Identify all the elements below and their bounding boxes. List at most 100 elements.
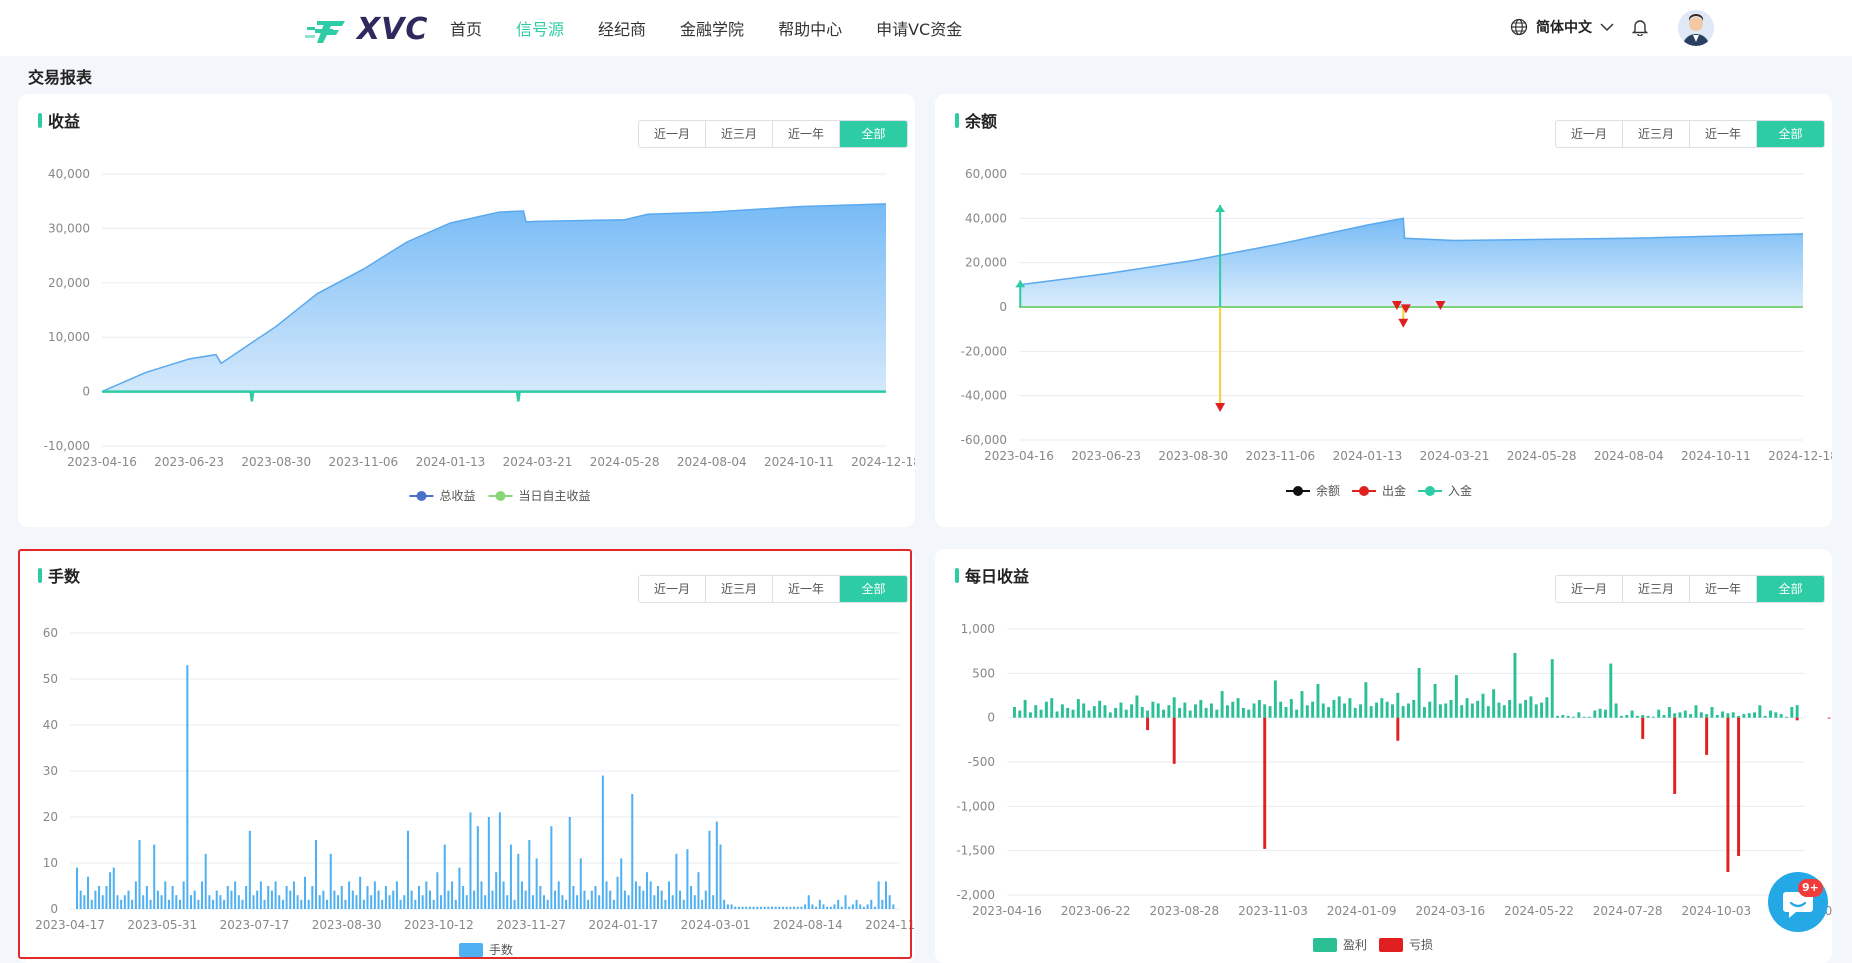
x-tick-label: 2024-01-09: [1327, 904, 1397, 918]
legend-label: 总收益: [440, 489, 476, 503]
bar: [1044, 701, 1048, 718]
bar: [1060, 704, 1064, 718]
bar: [656, 886, 660, 909]
bar: [1705, 714, 1709, 718]
bar: [557, 881, 560, 909]
loss-bar: [1726, 717, 1730, 872]
bar: [524, 890, 527, 909]
y-tick-label: 0: [50, 902, 58, 916]
nav-signals[interactable]: 信号源: [516, 16, 564, 40]
legend-swatch: [1379, 938, 1403, 952]
bar: [362, 899, 365, 909]
bar: [252, 895, 255, 909]
bar: [1039, 709, 1043, 718]
y-tick-label: 10,000: [48, 330, 90, 344]
nav-home[interactable]: 首页: [450, 16, 482, 40]
bar: [259, 881, 262, 909]
bar: [462, 886, 465, 909]
bar: [1092, 706, 1096, 718]
bar: [1758, 705, 1762, 718]
bar: [425, 881, 428, 909]
bar: [682, 899, 685, 909]
bar: [1241, 707, 1245, 718]
y-tick-label: 20: [43, 810, 58, 824]
bar: [1231, 701, 1235, 718]
bar: [1332, 699, 1336, 718]
bar: [421, 895, 424, 909]
x-tick-label: 2023-04-16: [984, 449, 1054, 463]
bar: [436, 872, 439, 909]
bar: [109, 872, 112, 909]
bar: [848, 906, 851, 909]
bar: [322, 890, 325, 909]
bar: [98, 886, 101, 909]
bar: [1635, 715, 1639, 718]
bar: [649, 881, 652, 909]
bar: [329, 853, 332, 909]
language-switcher[interactable]: 简体中文: [1510, 17, 1622, 37]
bar: [1172, 697, 1176, 718]
nav-brokers[interactable]: 经纪商: [598, 16, 646, 40]
y-tick-label: 30: [43, 764, 58, 778]
bar: [175, 895, 178, 909]
x-tick-label: 2023-08-30: [241, 455, 311, 469]
bar: [675, 853, 678, 909]
bar: [226, 886, 229, 909]
bar: [263, 899, 266, 909]
bar: [1023, 699, 1027, 718]
bar: [609, 890, 612, 909]
x-tick-label: 2024-10-11: [764, 455, 834, 469]
bar: [1588, 716, 1591, 718]
loss-bar: [1172, 717, 1176, 764]
bar: [1428, 701, 1432, 718]
bar: [1103, 705, 1107, 718]
bar: [1604, 709, 1607, 718]
bar: [579, 858, 582, 909]
bar: [840, 906, 843, 909]
bar: [679, 890, 682, 909]
bar: [770, 906, 773, 909]
bar: [484, 895, 487, 909]
logo[interactable]: XVC: [305, 12, 428, 47]
y-tick-label: -1,500: [956, 844, 995, 858]
bar: [495, 872, 498, 909]
bar: [1071, 709, 1075, 718]
bar: [1343, 703, 1347, 718]
bar: [337, 895, 340, 909]
loss-bar: [1396, 717, 1400, 741]
balance-card: 余额 近一月 近三月 近一年 全部 -60,000 -40,000 -20,000 0…: [935, 94, 1832, 527]
bar: [101, 895, 104, 909]
balance-chart: -60,000 -40,000 -20,000 0 20,000 40,000 60,000…: [961, 167, 1832, 498]
nav-help[interactable]: 帮助中心: [778, 16, 842, 40]
bar: [873, 906, 876, 909]
y-tick-label: 0: [987, 711, 995, 725]
bar: [1401, 706, 1405, 718]
nav-academy[interactable]: 金融学院: [680, 16, 744, 40]
bar: [1327, 707, 1331, 718]
bar: [79, 890, 82, 909]
bar: [594, 886, 597, 909]
daily-chart: -2,000 -1,500 -1,000 -500 0 500 1,000 2023-04-1…: [956, 622, 1832, 952]
bar: [1316, 683, 1320, 718]
avatar[interactable]: [1678, 10, 1714, 46]
bar: [145, 886, 148, 909]
bar: [178, 899, 181, 909]
income-total-area: [102, 203, 886, 392]
bar: [763, 906, 766, 909]
bar: [686, 849, 689, 909]
bar: [1273, 680, 1277, 718]
nav-apply-vc[interactable]: 申请VC资金: [876, 16, 962, 40]
bar: [1359, 704, 1363, 718]
bar: [572, 886, 575, 909]
bar: [123, 895, 126, 909]
bar: [149, 899, 152, 909]
bar: [642, 890, 645, 909]
bar: [1667, 707, 1671, 718]
bar: [451, 881, 454, 909]
bar: [1710, 707, 1714, 718]
bar: [351, 890, 354, 909]
bar: [576, 895, 579, 909]
x-tick-label: 2023-08-28: [1149, 904, 1219, 918]
bell-icon[interactable]: [1631, 18, 1649, 40]
bar: [1215, 709, 1219, 718]
